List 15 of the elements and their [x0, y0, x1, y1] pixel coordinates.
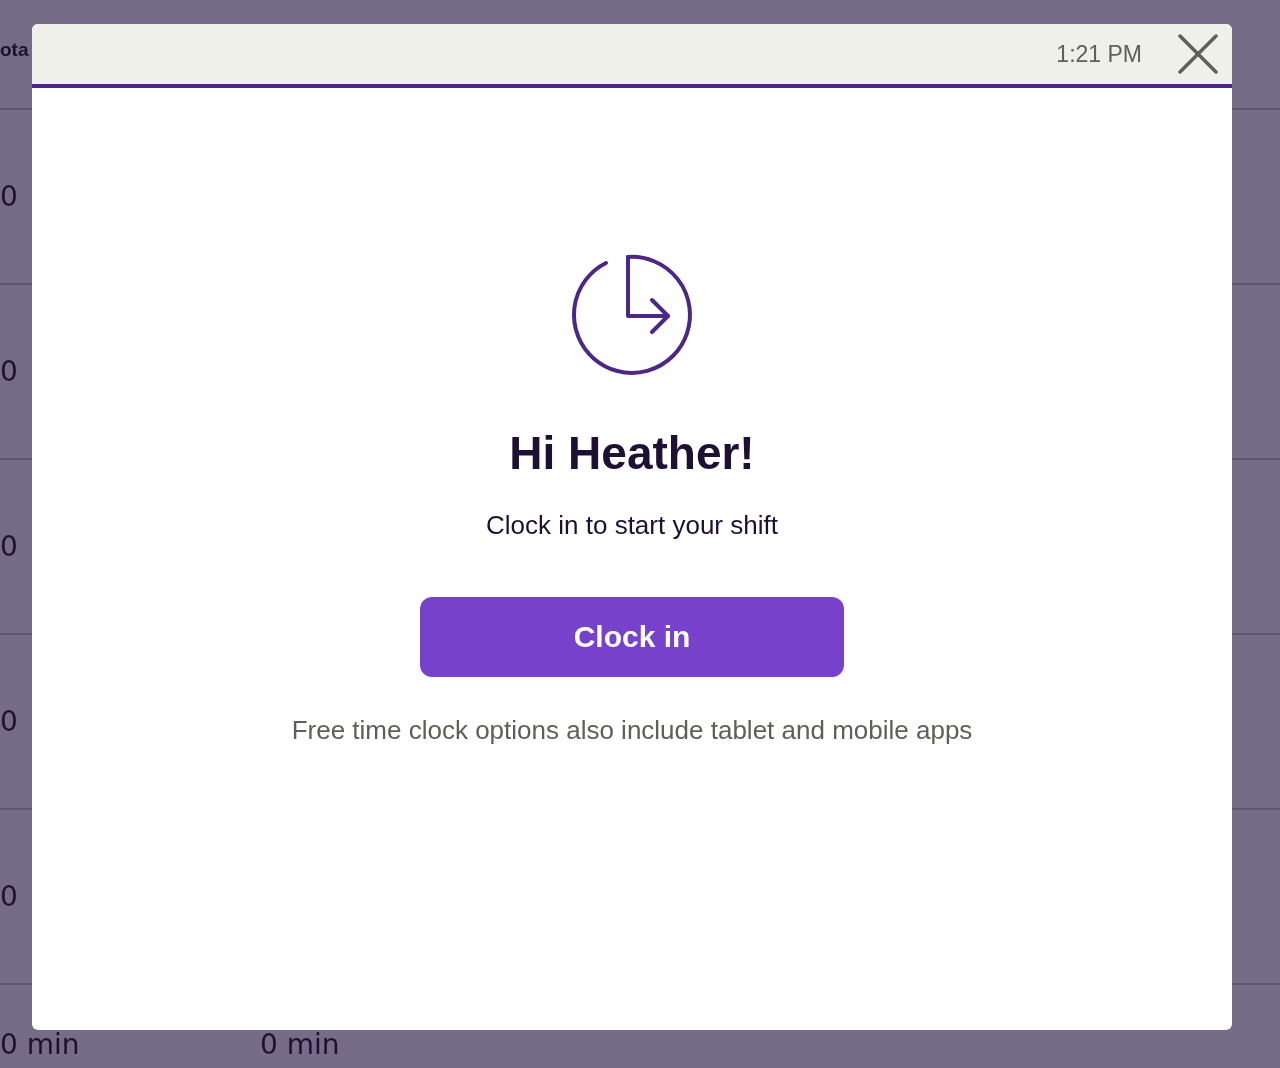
table-cell-text: 0 — [0, 355, 19, 388]
table-cell-text: 0 min — [0, 1029, 81, 1061]
clock-in-button[interactable]: Clock in — [420, 597, 844, 677]
column-header: ota — [0, 39, 29, 61]
greeting-heading: Hi Heather! — [509, 426, 755, 480]
table-cell-text: 0 — [0, 705, 19, 738]
instruction-text: Clock in to start your shift — [486, 510, 778, 541]
clock-time: 1:21 PM — [1056, 40, 1142, 68]
info-text: Free time clock options also include tablet and mobile apps — [291, 715, 973, 746]
table-cell-text: 0 — [0, 180, 19, 213]
close-button[interactable] — [1176, 32, 1220, 76]
close-icon — [1178, 34, 1218, 74]
table-cell-text: 0 — [0, 530, 19, 563]
table-cell-text: 0 — [0, 880, 19, 913]
table-cell-text: 0 min — [260, 1029, 341, 1061]
